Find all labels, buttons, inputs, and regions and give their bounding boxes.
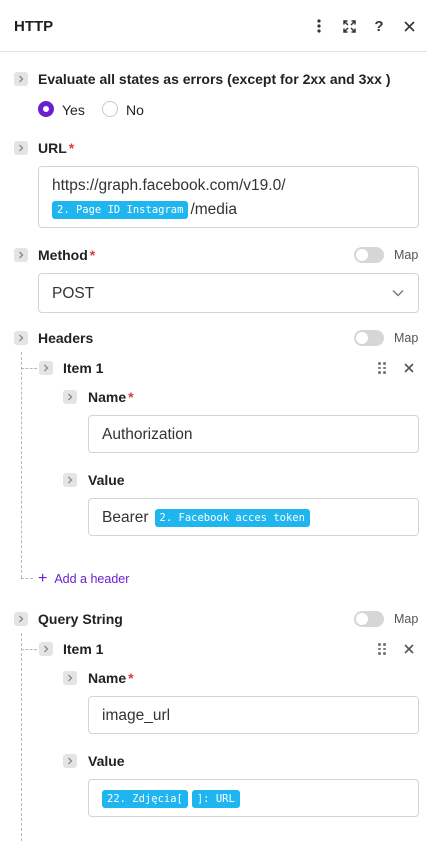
close-icon[interactable] <box>399 16 419 36</box>
panel-title: HTTP <box>14 18 54 35</box>
query-value-label: Value <box>88 753 125 769</box>
header-item-label: Item 1 <box>63 360 104 376</box>
radio-yes-label: Yes <box>62 102 85 118</box>
tree-line <box>21 649 37 650</box>
remove-item-icon[interactable] <box>402 361 416 375</box>
headers-label: Headers <box>38 330 94 346</box>
header-value-label: Value <box>88 472 125 488</box>
chevron-right-icon[interactable] <box>14 331 28 345</box>
more-options-icon[interactable] <box>309 16 329 36</box>
chevron-right-icon[interactable] <box>14 72 28 86</box>
url-text: https://graph.facebook.com/v19.0/ <box>52 177 286 194</box>
tree-line <box>21 368 37 369</box>
query-string-label: Query String <box>38 611 123 627</box>
drag-handle-icon[interactable] <box>378 362 388 374</box>
url-input[interactable]: https://graph.facebook.com/v19.0/ 2. Pag… <box>38 166 419 228</box>
method-value: POST <box>52 285 95 302</box>
url-label: URL * <box>38 140 75 156</box>
add-header-button[interactable]: + Add a header <box>38 571 129 587</box>
access-token-token[interactable]: 2. Facebook acces token <box>154 509 310 527</box>
chevron-right-icon[interactable] <box>39 361 53 375</box>
query-name-input[interactable]: image_url <box>88 696 419 734</box>
query-value-input[interactable]: 22. Zdjęcia[ ]: URL <box>88 779 419 817</box>
chevron-right-icon[interactable] <box>63 473 77 487</box>
query-map-label: Map <box>394 612 419 626</box>
chevron-right-icon[interactable] <box>63 390 77 404</box>
tree-line <box>21 633 22 841</box>
tree-line <box>21 352 22 578</box>
chevron-right-icon[interactable] <box>14 612 28 626</box>
chevron-down-icon <box>392 290 404 297</box>
expand-icon[interactable] <box>339 16 359 36</box>
method-map-toggle[interactable] <box>354 247 384 263</box>
radio-yes[interactable] <box>38 101 54 117</box>
url-suffix: /media <box>190 201 237 218</box>
header-name-label: Name * <box>88 389 134 405</box>
plus-icon: + <box>38 570 48 587</box>
query-map-toggle[interactable] <box>354 611 384 627</box>
error-states-label: Evaluate all states as errors (except fo… <box>38 71 391 87</box>
chevron-right-icon[interactable] <box>63 754 77 768</box>
help-icon[interactable]: ? <box>369 16 389 36</box>
tree-line <box>21 578 33 579</box>
method-label: Method * <box>38 247 96 263</box>
image-token[interactable]: 22. Zdjęcia[ <box>102 790 188 808</box>
chevron-right-icon[interactable] <box>39 642 53 656</box>
remove-item-icon[interactable] <box>402 642 416 656</box>
headers-map-toggle[interactable] <box>354 330 384 346</box>
drag-handle-icon[interactable] <box>378 643 388 655</box>
page-id-token[interactable]: 2. Page ID Instagram <box>52 201 189 219</box>
radio-no-label: No <box>126 102 144 118</box>
headers-map-label: Map <box>394 331 419 345</box>
method-map-label: Map <box>394 248 419 262</box>
url-token[interactable]: ]: URL <box>191 790 240 808</box>
method-select[interactable]: POST <box>38 273 419 313</box>
chevron-right-icon[interactable] <box>14 141 28 155</box>
header-name-input[interactable]: Authorization <box>88 415 419 453</box>
radio-no[interactable] <box>102 101 118 117</box>
chevron-right-icon[interactable] <box>14 248 28 262</box>
query-name-label: Name * <box>88 670 134 686</box>
header-value-input[interactable]: Bearer 2. Facebook acces token <box>88 498 419 536</box>
header-name-value: Authorization <box>102 426 193 443</box>
header-value-text: Bearer <box>102 509 149 526</box>
panel-header: HTTP ? <box>0 0 427 52</box>
query-item-label: Item 1 <box>63 641 104 657</box>
chevron-right-icon[interactable] <box>63 671 77 685</box>
query-name-value: image_url <box>102 707 171 724</box>
